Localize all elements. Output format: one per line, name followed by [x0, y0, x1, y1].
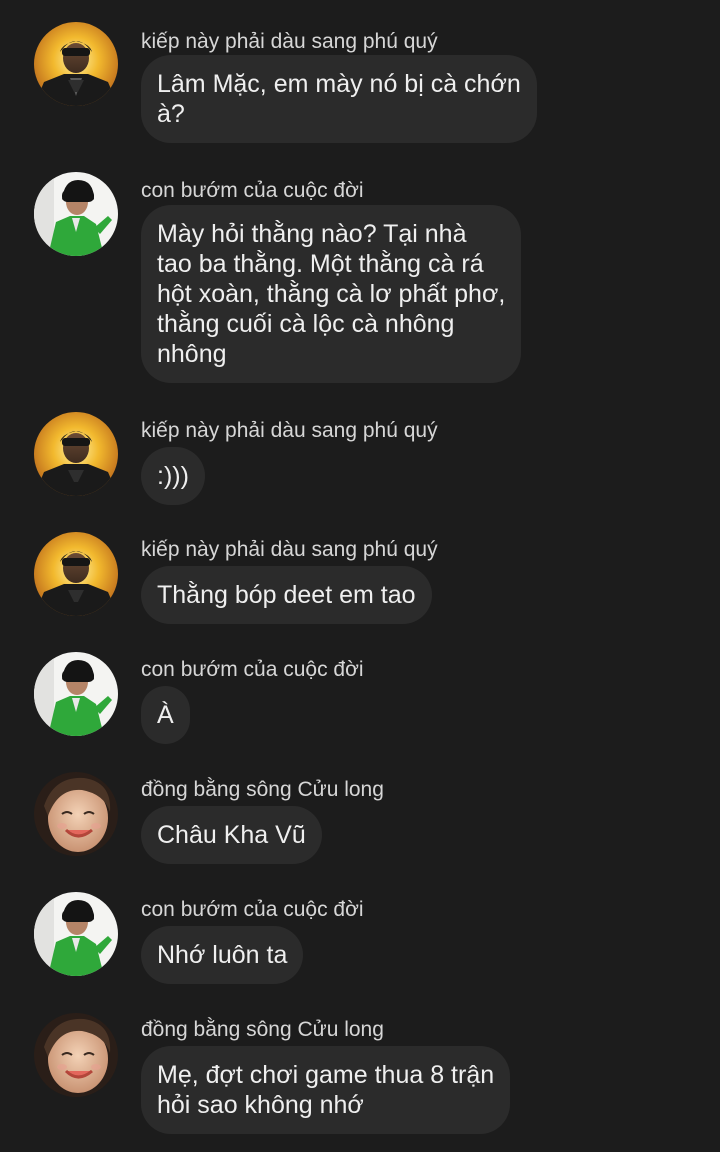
message-text: Nhớ luôn ta [157, 941, 288, 969]
message-bubble[interactable]: :))) [141, 447, 205, 505]
avatar-smiling-face[interactable] [34, 772, 118, 856]
sender-name: kiếp này phải dàu sang phú quý [141, 30, 438, 53]
avatar-mustard-jacket[interactable] [34, 22, 118, 106]
message-text: Châu Kha Vũ [157, 821, 306, 849]
message-text: :))) [157, 462, 189, 490]
message-bubble[interactable]: Mẹ, đợt chơi game thua 8 trận hỏi sao kh… [141, 1046, 511, 1134]
message-bubble[interactable]: Thằng bóp deet em tao [141, 566, 432, 624]
message-text: Mẹ, đợt chơi game thua 8 trận hỏi sao kh… [157, 1061, 495, 1119]
avatar-green-jacket[interactable] [34, 892, 118, 976]
message-bubble[interactable]: Lâm Mặc, em mày nó bị cà chớn à? [141, 55, 537, 143]
message-text: À [157, 701, 174, 729]
sender-name: con bướm của cuộc đời [141, 658, 364, 681]
sender-name: kiếp này phải dàu sang phú quý [141, 419, 438, 442]
message-text: Lâm Mặc, em mày nó bị cà chớn à? [157, 70, 521, 128]
avatar-smiling-face[interactable] [34, 1013, 118, 1097]
avatar-green-jacket[interactable] [34, 172, 118, 256]
avatar-mustard-jacket[interactable] [34, 412, 118, 496]
message-text: Thằng bóp deet em tao [157, 581, 416, 609]
message-bubble[interactable]: Mày hỏi thằng nào? Tại nhà tao ba thằng.… [141, 205, 522, 383]
avatar-mustard-jacket[interactable] [34, 532, 118, 616]
sender-name: con bướm của cuộc đời [141, 898, 364, 921]
sender-name: đồng bằng sông Cửu long [141, 778, 384, 801]
message-bubble[interactable]: Châu Kha Vũ [141, 806, 322, 864]
avatar-green-jacket[interactable] [34, 652, 118, 736]
message-text: Mày hỏi thằng nào? Tại nhà tao ba thằng.… [157, 220, 506, 368]
message-bubble[interactable]: Nhớ luôn ta [141, 926, 304, 984]
sender-name: đồng bằng sông Cửu long [141, 1018, 384, 1041]
message-bubble[interactable]: À [141, 686, 190, 744]
chat-thread: kiếp này phải dàu sang phú quý Lâm Mặc, … [0, 0, 720, 1152]
sender-name: kiếp này phải dàu sang phú quý [141, 538, 438, 561]
sender-name: con bướm của cuộc đời [141, 179, 364, 202]
